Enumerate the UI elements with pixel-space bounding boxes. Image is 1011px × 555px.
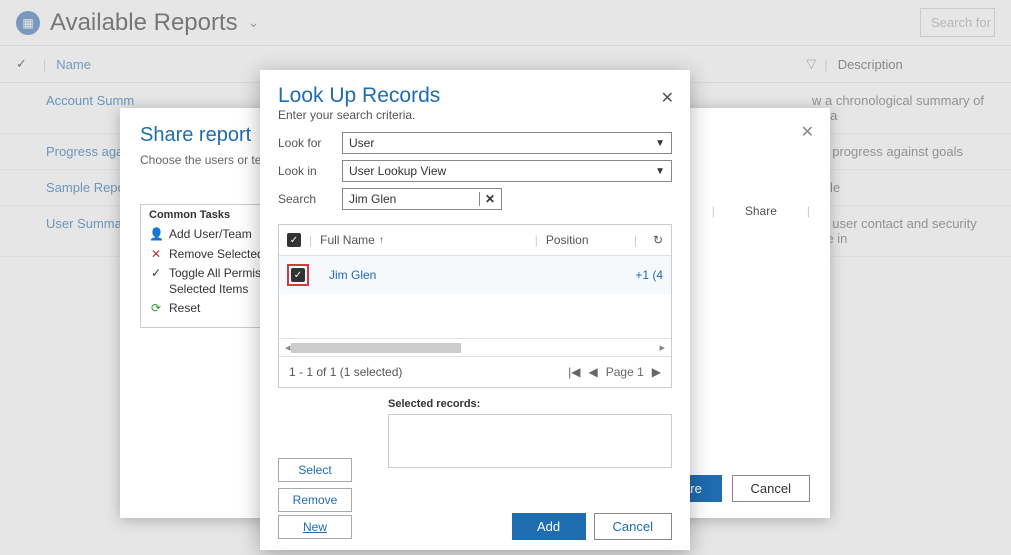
close-icon[interactable]: ✕ — [801, 122, 814, 142]
refresh-icon[interactable]: ↻ — [653, 233, 663, 247]
look-in-value: User Lookup View — [349, 164, 446, 178]
caret-down-icon: ▼ — [655, 166, 665, 177]
column-divider: | — [535, 233, 538, 247]
reset-icon: ⟳ — [149, 301, 163, 317]
page-label: Page 1 — [606, 365, 644, 379]
next-page-icon[interactable]: ▶ — [652, 365, 661, 379]
search-value: Jim Glen — [349, 192, 474, 206]
remove-button[interactable]: Remove — [278, 488, 352, 512]
scroll-thumb[interactable] — [291, 343, 461, 353]
look-in-row: Look in User Lookup View ▼ — [278, 160, 672, 182]
sort-asc-icon: ↑ — [379, 235, 384, 246]
column-share: Share — [745, 204, 777, 218]
selected-records-label: Selected records: — [388, 398, 672, 410]
task-label: Reset — [169, 301, 200, 317]
horizontal-scrollbar[interactable]: ◂ ▸ — [279, 338, 671, 356]
selected-records-box[interactable] — [388, 414, 672, 468]
cancel-button[interactable]: Cancel — [594, 513, 672, 540]
look-in-select[interactable]: User Lookup View ▼ — [342, 160, 672, 182]
result-name[interactable]: Jim Glen — [329, 268, 635, 282]
scroll-right-icon[interactable]: ▸ — [659, 341, 665, 354]
search-input[interactable]: Jim Glen ✕ — [342, 188, 502, 210]
lookup-subtitle: Enter your search criteria. — [278, 108, 672, 122]
results-grid: ✓ | Full Name ↑ | Position | ↻ ✓ Jim Gle… — [278, 224, 672, 388]
column-fullname-label: Full Name — [320, 233, 375, 247]
lookup-records-dialog: ✕ Look Up Records Enter your search crit… — [260, 70, 690, 550]
remove-icon: ✕ — [149, 247, 163, 263]
pager-buttons: |◀ ◀ Page 1 ▶ — [568, 365, 661, 379]
result-row[interactable]: ✓ Jim Glen +1 (4 — [279, 256, 671, 294]
task-label: Add User/Team — [169, 227, 252, 243]
select-remove-buttons: Select Remove — [278, 458, 352, 512]
close-icon[interactable]: ✕ — [661, 88, 674, 108]
clear-search-icon[interactable]: ✕ — [479, 192, 495, 206]
column-divider: | — [309, 233, 312, 247]
look-for-value: User — [349, 136, 374, 150]
new-button[interactable]: New — [278, 515, 352, 539]
column-divider: | — [634, 233, 637, 247]
results-header: ✓ | Full Name ↑ | Position | ↻ — [279, 225, 671, 256]
select-button[interactable]: Select — [278, 458, 352, 482]
look-for-select[interactable]: User ▼ — [342, 132, 672, 154]
cancel-button[interactable]: Cancel — [732, 475, 810, 502]
lookup-title: Look Up Records — [278, 84, 672, 108]
pager: 1 - 1 of 1 (1 selected) |◀ ◀ Page 1 ▶ — [279, 356, 671, 387]
look-for-row: Look for User ▼ — [278, 132, 672, 154]
add-button[interactable]: Add — [512, 513, 586, 540]
search-row: Search Jim Glen ✕ — [278, 188, 672, 210]
caret-down-icon: ▼ — [655, 138, 665, 149]
prev-page-icon[interactable]: ◀ — [588, 365, 597, 379]
lookup-bottom-row: New Add Cancel — [278, 513, 672, 540]
first-page-icon[interactable]: |◀ — [568, 365, 580, 379]
add-user-icon: 👤 — [149, 227, 163, 243]
row-checkbox[interactable]: ✓ — [291, 268, 305, 282]
check-icon: ✓ — [149, 266, 163, 282]
search-label: Search — [278, 192, 342, 206]
row-checkbox-highlight: ✓ — [287, 264, 309, 286]
column-fullname[interactable]: Full Name ↑ — [320, 233, 527, 247]
pager-status: 1 - 1 of 1 (1 selected) — [289, 365, 568, 379]
select-all-checkbox[interactable]: ✓ — [287, 233, 301, 247]
look-in-label: Look in — [278, 164, 342, 178]
result-extra: +1 (4 — [635, 268, 663, 282]
column-position[interactable]: Position — [546, 233, 626, 247]
results-body: ✓ Jim Glen +1 (4 — [279, 256, 671, 338]
column-divider: | — [807, 204, 810, 218]
column-divider: | — [712, 204, 715, 218]
look-for-label: Look for — [278, 136, 342, 150]
